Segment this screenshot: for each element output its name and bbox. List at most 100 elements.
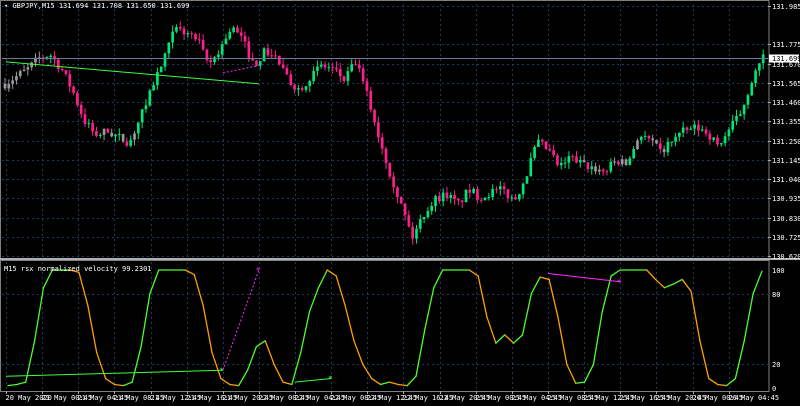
candle-body xyxy=(338,69,342,77)
candle-body xyxy=(457,199,460,201)
candle-body xyxy=(163,53,167,67)
candle-body xyxy=(552,150,555,156)
rsx-line-segment xyxy=(548,278,559,318)
rsx-line-segment xyxy=(486,316,497,344)
candle-body xyxy=(316,66,319,71)
candle-body xyxy=(403,203,407,216)
candle-body xyxy=(175,27,178,32)
candle-body xyxy=(681,127,685,133)
candle-body xyxy=(277,55,281,65)
candle-body xyxy=(418,219,422,229)
y-tick-label: 131.145 xyxy=(772,157,800,165)
indicator-title: M15 rsx normalized velocity 99.2301 xyxy=(4,265,152,273)
candle-body xyxy=(102,128,106,135)
rsx-line-segment xyxy=(229,383,240,387)
rsx-line-segment xyxy=(16,381,27,386)
main-panel-frame xyxy=(0,0,770,260)
candle-body xyxy=(742,104,746,115)
y-tick-label: 131.985 xyxy=(772,3,800,11)
indicator-tick-label: 80 xyxy=(772,291,780,299)
dropdown-icon[interactable]: ▾ xyxy=(4,2,8,10)
candle-body xyxy=(285,68,289,75)
candle-body xyxy=(548,149,552,151)
candle-body xyxy=(498,186,502,190)
candle-body xyxy=(331,67,334,69)
candle-body xyxy=(468,189,472,193)
rsx-line-segment xyxy=(681,278,692,292)
candle-body xyxy=(178,27,182,29)
candle-body xyxy=(529,158,533,177)
candle-body xyxy=(346,71,350,82)
candle-body xyxy=(30,62,34,68)
candle-body xyxy=(559,162,563,166)
rsx-line-segment xyxy=(344,304,355,342)
candle-body xyxy=(365,81,369,91)
indicator-trendline-green xyxy=(295,378,332,383)
rsx-line-segment xyxy=(672,278,683,285)
candle-body xyxy=(674,136,677,142)
candle-body xyxy=(167,42,171,54)
candle-body xyxy=(422,217,426,220)
candle-body xyxy=(449,195,453,198)
y-tick-label: 130.935 xyxy=(772,195,800,203)
candle-body xyxy=(723,136,727,144)
candle-body xyxy=(464,189,468,202)
candle-body xyxy=(578,160,582,163)
candle-body xyxy=(487,196,491,198)
rsx-line-segment xyxy=(122,381,133,387)
candle-body xyxy=(598,169,601,172)
candle-body xyxy=(620,159,624,165)
rsx-line-segment xyxy=(477,275,488,318)
candle-body xyxy=(129,139,133,146)
chart-window: 20 May 2020 21 May 00:45 21 May 04:45 21 Ma… xyxy=(0,0,800,406)
candle-body xyxy=(647,135,651,139)
candle-body xyxy=(388,163,392,177)
rsx-line-segment xyxy=(202,304,213,354)
candle-body xyxy=(209,60,213,63)
rsx-line-segment xyxy=(87,304,98,354)
candle-body xyxy=(87,123,91,125)
candle-body xyxy=(754,70,757,84)
candle-body xyxy=(76,92,79,105)
rsx-line-segment xyxy=(273,363,284,383)
y-tick-label: 131.565 xyxy=(772,80,800,88)
candle-body xyxy=(11,80,14,85)
candle-body xyxy=(399,197,403,204)
rsx-line-segment xyxy=(255,340,266,348)
rsx-line-segment xyxy=(575,381,586,384)
rsx-line-segment xyxy=(699,340,710,380)
candle-body xyxy=(369,90,373,110)
candle-body xyxy=(83,114,87,124)
chart-header: ▾ GBPJPY,M15 131.694 131.708 131.650 131… xyxy=(4,2,189,10)
candle-body xyxy=(746,95,750,105)
candle-body xyxy=(350,64,354,72)
candle-body xyxy=(624,159,628,165)
rsx-line-segment xyxy=(424,287,435,330)
candle-body xyxy=(613,161,616,163)
rsx-line-segment xyxy=(495,334,506,344)
candle-body xyxy=(502,186,506,190)
candle-body xyxy=(357,64,361,69)
candle-body xyxy=(491,188,495,197)
candle-body xyxy=(15,76,18,81)
rsx-line-segment xyxy=(7,383,18,387)
price-chart-panel[interactable]: 20 May 202021 May 00:4521 May 04:4521 Ma… xyxy=(0,0,800,406)
candle-body xyxy=(319,64,323,67)
rsx-line-segment xyxy=(113,383,124,387)
candle-body xyxy=(716,137,719,145)
candle-body xyxy=(144,105,148,110)
y-tick-label: 131.250 xyxy=(772,138,800,146)
rsx-line-segment xyxy=(530,276,541,295)
candle-body xyxy=(525,176,529,184)
candle-body xyxy=(247,41,251,59)
rsx-line-segment xyxy=(220,377,231,386)
candle-body xyxy=(727,129,731,137)
rsx-line-segment xyxy=(521,292,533,336)
candle-body xyxy=(7,84,11,89)
candle-body xyxy=(537,139,540,147)
rsx-line-segment xyxy=(566,363,577,384)
candle-body xyxy=(270,55,274,57)
candle-body xyxy=(685,127,689,130)
candle-body xyxy=(327,67,331,69)
candle-body xyxy=(197,39,201,41)
